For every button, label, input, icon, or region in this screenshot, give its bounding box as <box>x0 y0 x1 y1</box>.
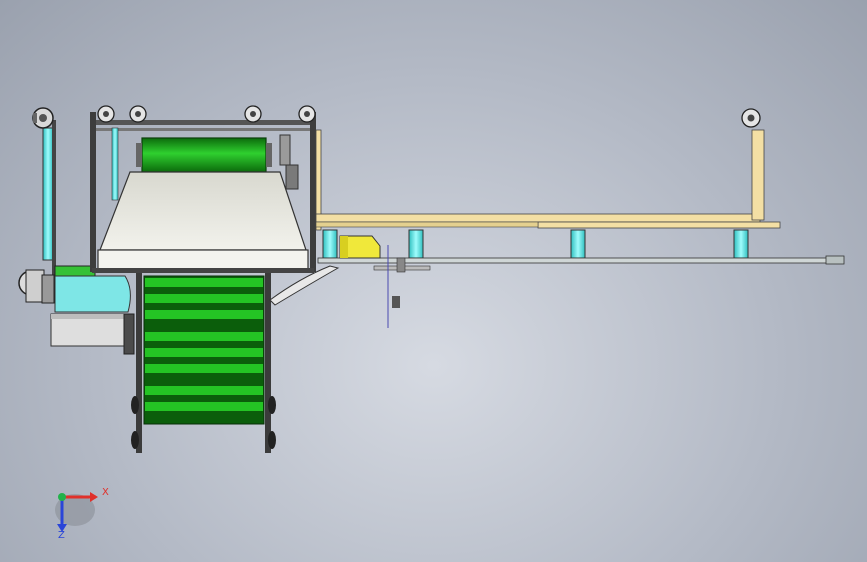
cad-viewport[interactable]: X Z <box>0 0 867 562</box>
hopper-cover <box>92 171 314 273</box>
conveyor-belt <box>131 273 276 453</box>
top-roller <box>136 137 272 173</box>
coordinate-triad <box>55 492 98 532</box>
right-top-pulley <box>741 108 761 128</box>
lower-drive-housing <box>50 265 135 355</box>
z-axis-label: Z <box>58 530 65 541</box>
yellow-carriage <box>339 235 381 259</box>
drive-motor <box>18 269 55 304</box>
top-pulleys <box>97 105 316 123</box>
x-axis-arrowhead <box>90 492 98 502</box>
x-axis-label: X <box>102 487 109 498</box>
left-column <box>42 120 56 290</box>
machine-assembly-drawing <box>18 105 845 532</box>
right-rail-frame <box>315 129 845 265</box>
left-top-pulley <box>32 107 54 129</box>
y-axis-dot <box>58 493 66 501</box>
